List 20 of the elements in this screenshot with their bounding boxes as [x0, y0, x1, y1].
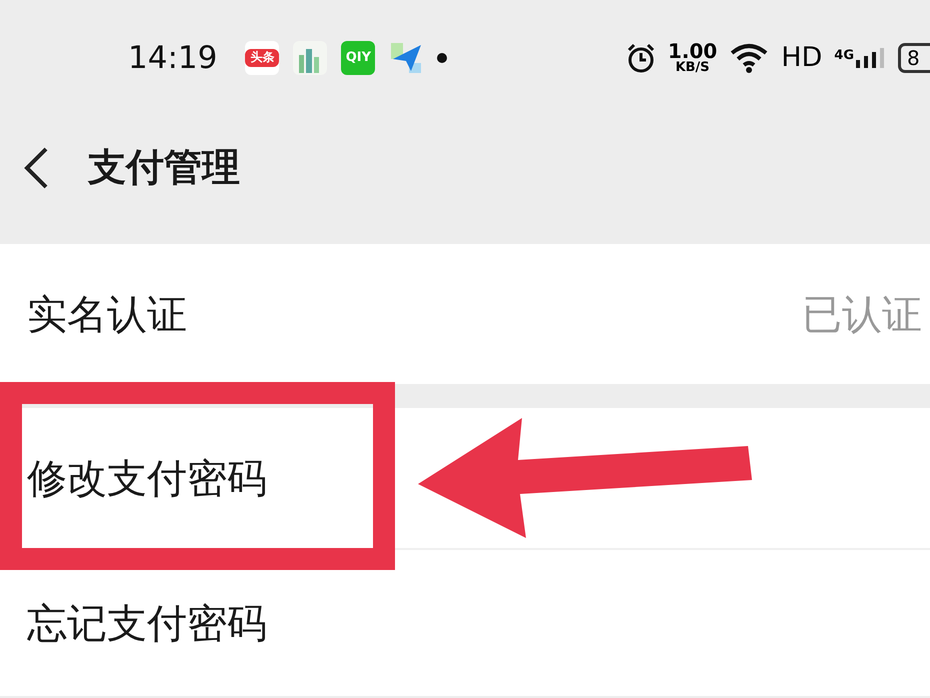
video-app-icon: QIY	[341, 40, 376, 74]
network-type: 4G	[834, 48, 854, 62]
signal-icon	[856, 48, 886, 68]
network-speed: 1.00	[668, 41, 718, 61]
row-label[interactable]: 修改支付密码	[27, 450, 267, 506]
buildings-icon	[293, 40, 328, 74]
hd-label: HD	[781, 42, 822, 73]
row-value: 已认证	[802, 290, 922, 340]
page-title: 支付管理	[88, 144, 240, 191]
battery-level: 8	[898, 42, 930, 72]
wifi-icon	[729, 42, 770, 72]
news-app-icon: 头条	[245, 40, 280, 74]
speed-unit: KB/S	[675, 61, 710, 74]
row-label[interactable]: 忘记支付密码	[27, 596, 267, 650]
back-icon	[22, 146, 50, 190]
notification-dot-icon	[437, 52, 448, 62]
paper-plane-icon	[389, 40, 424, 74]
row-label[interactable]: 实名认证	[27, 286, 187, 342]
alarm-clock-icon	[626, 42, 656, 74]
clock-time: 14:19	[128, 40, 218, 76]
